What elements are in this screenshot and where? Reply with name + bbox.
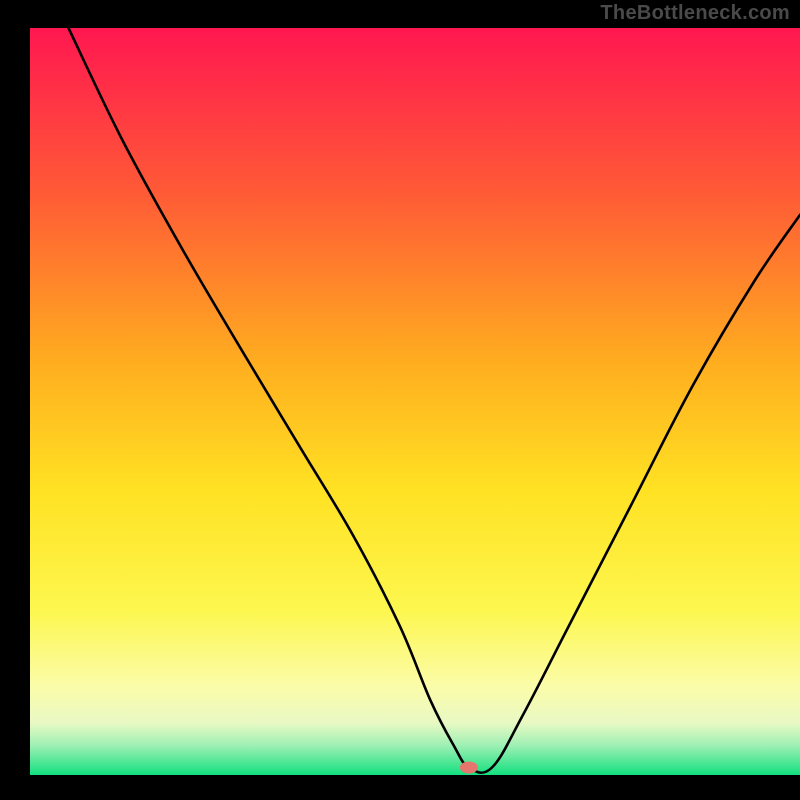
bottleneck-chart	[0, 0, 800, 800]
chart-frame: TheBottleneck.com	[0, 0, 800, 800]
optimal-point-marker	[460, 762, 478, 774]
watermark-text: TheBottleneck.com	[600, 2, 790, 25]
